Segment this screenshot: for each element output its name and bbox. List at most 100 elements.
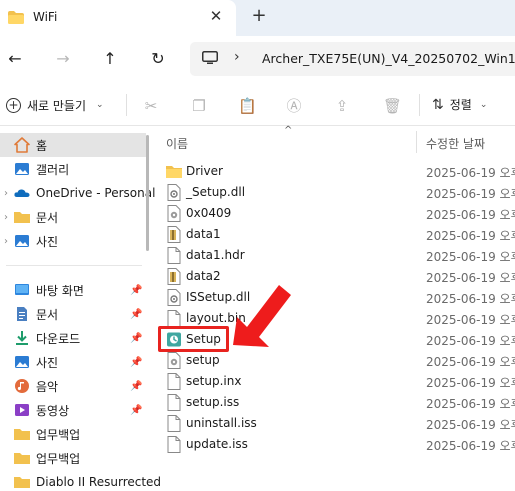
sort-button-label: 정렬 xyxy=(449,98,472,112)
dll-file-icon xyxy=(167,184,181,201)
file-name: _Setup.dll xyxy=(186,185,246,199)
list-item[interactable]: Driver 2025-06-19 오후 xyxy=(150,161,515,182)
sidebar-item-onedrive[interactable]: › OneDrive - Personal xyxy=(0,181,155,205)
up-arrow-icon[interactable]: ↑ xyxy=(99,48,121,70)
highlight-box xyxy=(158,326,229,352)
list-item[interactable]: setup.iss 2025-06-19 오후 xyxy=(150,392,515,413)
folder-icon xyxy=(14,453,30,464)
file-name: Driver xyxy=(186,164,223,178)
list-item[interactable]: _Setup.dll 2025-06-19 오후 xyxy=(150,182,515,203)
list-item[interactable]: 0x0409 2025-06-19 오후 xyxy=(150,203,515,224)
file-name: data1.hdr xyxy=(186,248,245,262)
file-name: update.iss xyxy=(186,437,248,451)
pin-icon[interactable]: 📌 xyxy=(130,309,142,320)
list-item[interactable]: setup.inx 2025-06-19 오후 xyxy=(150,371,515,392)
download-icon xyxy=(16,331,28,345)
sidebar-item-backup-2[interactable]: 업무백업 xyxy=(0,446,146,470)
delete-icon[interactable]: 🗑 xyxy=(383,97,402,115)
address-path[interactable]: Archer_TXE75E(UN)_V4_20250702_Win10 xyxy=(262,51,515,66)
sort-button[interactable]: ⇅ 정렬 ⌄ xyxy=(432,96,487,113)
sidebar-item-documents[interactable]: › 문서 xyxy=(0,205,146,229)
pictures-icon xyxy=(15,356,29,368)
file-date: 2025-06-19 오후 xyxy=(426,313,515,327)
sidebar-item-music[interactable]: 음악 📌 xyxy=(0,374,146,398)
list-item[interactable]: data2 2025-06-19 오후 xyxy=(150,266,515,287)
column-header-date[interactable]: 수정한 날짜 xyxy=(426,135,485,152)
file-name: setup.inx xyxy=(186,374,242,388)
cut-icon[interactable]: ✂ xyxy=(142,97,160,115)
title-bar: WiFi ✕ + xyxy=(0,0,515,36)
list-item[interactable]: update.iss 2025-06-19 오후 xyxy=(150,434,515,455)
gallery-icon xyxy=(15,163,29,175)
config-file-icon xyxy=(167,205,181,222)
rename-icon[interactable]: Ⓐ xyxy=(285,97,303,115)
config-file-icon xyxy=(167,352,181,369)
refresh-icon[interactable]: ↻ xyxy=(147,48,169,70)
scrollbar-thumb[interactable] xyxy=(146,135,149,251)
forward-arrow-icon[interactable]: → xyxy=(52,48,74,70)
column-header-name[interactable]: 이름 xyxy=(166,135,188,152)
list-item[interactable]: setup 2025-06-19 오후 xyxy=(150,350,515,371)
sidebar-item-pictures-pinned[interactable]: 사진 📌 xyxy=(0,350,146,374)
pin-icon[interactable]: 📌 xyxy=(130,333,142,344)
tab-wifi[interactable]: WiFi ✕ xyxy=(0,0,236,36)
list-item[interactable]: data1.hdr 2025-06-19 오후 xyxy=(150,245,515,266)
file-list: ^ 이름 수정한 날짜 Driver 2025-06-19 오후 _Setup.… xyxy=(150,125,515,491)
pin-icon[interactable]: 📌 xyxy=(130,357,142,368)
sidebar-item-diablo[interactable]: Diablo II Resurrected xyxy=(0,470,161,491)
chevron-right-icon[interactable]: › xyxy=(4,212,8,223)
pin-icon[interactable]: 📌 xyxy=(130,285,142,296)
documents-icon xyxy=(17,307,27,321)
folder-icon xyxy=(14,212,30,223)
copy-icon[interactable]: ❐ xyxy=(190,97,208,115)
pin-icon[interactable]: 📌 xyxy=(130,405,142,416)
sidebar-item-label: 동영상 xyxy=(36,403,70,418)
close-icon[interactable]: ✕ xyxy=(207,7,225,25)
file-date: 2025-06-19 오후 xyxy=(426,292,515,306)
address-bar[interactable]: › Archer_TXE75E(UN)_V4_20250702_Win10 xyxy=(190,42,515,76)
list-item[interactable]: uninstall.iss 2025-06-19 오후 xyxy=(150,413,515,434)
back-arrow-icon[interactable]: ← xyxy=(4,48,26,70)
file-date: 2025-06-19 오후 xyxy=(426,208,515,222)
sidebar-item-home[interactable]: 홈 xyxy=(0,133,146,157)
sidebar-item-desktop[interactable]: 바탕 화면 📌 xyxy=(0,278,146,302)
sidebar-item-backup-1[interactable]: 업무백업 xyxy=(0,422,146,446)
chevron-right-icon[interactable]: › xyxy=(4,188,8,199)
sidebar-item-documents-pinned[interactable]: 문서 📌 xyxy=(0,302,146,326)
sidebar-item-label: 음악 xyxy=(36,379,59,394)
sidebar-item-pictures[interactable]: › 사진 xyxy=(0,229,146,253)
chevron-down-icon: ⌄ xyxy=(479,99,488,110)
sidebar-item-gallery[interactable]: 갤러리 xyxy=(0,157,146,181)
file-date: 2025-06-19 오후 xyxy=(426,271,515,285)
blank-file-icon xyxy=(167,373,181,390)
sidebar-item-label: 문서 xyxy=(36,210,59,225)
sidebar-item-videos[interactable]: 동영상 📌 xyxy=(0,398,146,422)
chevron-down-icon: ⌄ xyxy=(96,100,104,110)
chevron-right-icon[interactable]: › xyxy=(4,236,8,247)
blank-file-icon xyxy=(167,394,181,411)
home-icon xyxy=(14,137,30,153)
list-item[interactable]: data1 2025-06-19 오후 xyxy=(150,224,515,245)
chevron-right-icon[interactable]: › xyxy=(234,49,240,65)
paste-icon[interactable]: 📋 xyxy=(238,97,257,115)
sidebar-item-downloads[interactable]: 다운로드 📌 xyxy=(0,326,146,350)
column-header-row: ^ 이름 수정한 날짜 xyxy=(150,125,515,157)
file-date: 2025-06-19 오후 xyxy=(426,334,515,348)
new-tab-button[interactable]: + xyxy=(249,6,269,26)
sidebar-item-label: Diablo II Resurrected xyxy=(36,475,162,489)
new-button[interactable]: + 새로 만들기 ⌄ xyxy=(6,94,104,116)
desktop-icon xyxy=(15,284,29,295)
list-item[interactable]: ISSetup.dll 2025-06-19 오후 xyxy=(150,287,515,308)
navigation-bar: ← → ↑ ↻ › Archer_TXE75E(UN)_V4_20250702_… xyxy=(0,36,515,82)
share-icon[interactable]: ⇪ xyxy=(333,97,351,115)
cab-file-icon xyxy=(167,268,181,285)
toolbar-divider xyxy=(126,94,127,116)
command-bar: + 새로 만들기 ⌄ ✂ ❐ 📋 Ⓐ ⇪ 🗑 ⇅ 정렬 ⌄ xyxy=(0,82,515,126)
sidebar-divider xyxy=(6,265,142,266)
pin-icon[interactable]: 📌 xyxy=(130,381,142,392)
onedrive-icon xyxy=(14,189,30,197)
file-name: 0x0409 xyxy=(186,206,232,220)
sidebar-item-label: 사진 xyxy=(36,234,59,249)
computer-icon xyxy=(202,51,218,64)
column-divider[interactable] xyxy=(416,131,417,153)
